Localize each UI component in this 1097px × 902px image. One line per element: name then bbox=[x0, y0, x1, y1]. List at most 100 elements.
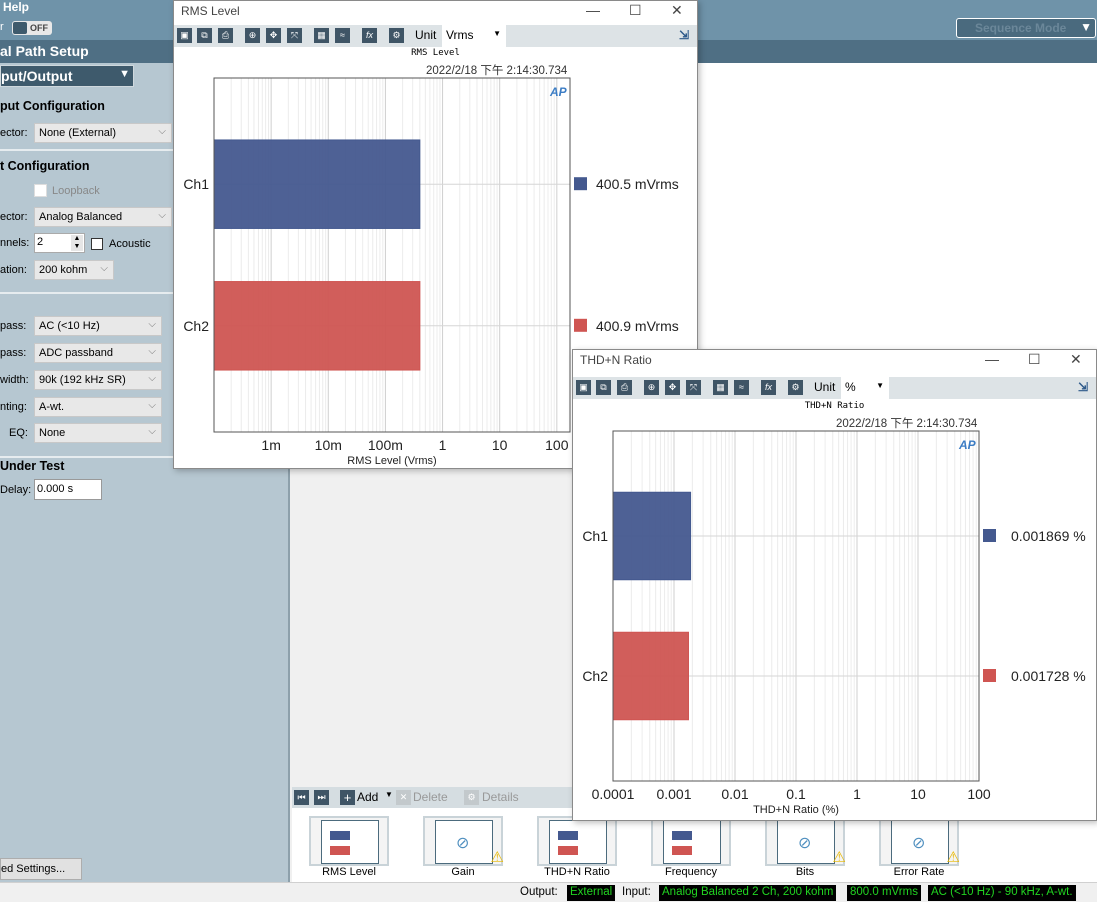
details-button[interactable]: Details bbox=[482, 790, 519, 804]
eq-label: EQ: bbox=[9, 427, 28, 439]
select-value: AC (<10 Hz) bbox=[39, 320, 100, 332]
menu-help[interactable]: Help bbox=[3, 0, 29, 14]
thumbnail-preview bbox=[663, 820, 721, 864]
chevron-down-icon: ⌵ bbox=[148, 426, 156, 437]
value-label: 0.001728 % bbox=[1011, 668, 1086, 684]
x-tick-label: 0.001 bbox=[656, 786, 691, 802]
output-label: Output: bbox=[520, 886, 558, 898]
thumbnail-error-rate[interactable]: ⊘ ⚠ bbox=[879, 816, 960, 866]
thumbnail-label: Gain bbox=[451, 866, 475, 878]
x-tick-label: 1 bbox=[439, 437, 447, 453]
no-data-icon: ⊘ bbox=[798, 835, 812, 852]
thumb-bar bbox=[558, 831, 578, 840]
thumbnail-gain[interactable]: ⊘ ⚠ bbox=[423, 816, 504, 866]
dropdown-arrow-icon: ▼ bbox=[119, 68, 130, 80]
bar-ch2 bbox=[612, 631, 689, 721]
input-status[interactable]: Analog Balanced 2 Ch, 200 kohm bbox=[659, 885, 837, 901]
ap-logo: AP bbox=[549, 85, 568, 99]
advanced-settings-button[interactable]: ed Settings... bbox=[0, 858, 82, 880]
output-connector-select[interactable]: None (External) ⌵ bbox=[34, 123, 172, 143]
channels-label: nnels: bbox=[0, 237, 30, 249]
termination-select[interactable]: 200 kohm ⌵ bbox=[34, 260, 114, 280]
thumbnail-preview: ⊘ bbox=[891, 820, 949, 864]
thumbnail-bits[interactable]: ⊘ ⚠ bbox=[765, 816, 846, 866]
chevron-down-icon: ⌵ bbox=[148, 373, 156, 384]
chevron-down-icon: ⌵ bbox=[148, 319, 156, 330]
loopback-checkbox[interactable] bbox=[34, 184, 47, 197]
delete-button[interactable]: Delete bbox=[413, 790, 448, 804]
acoustic-checkbox[interactable] bbox=[91, 238, 103, 250]
chevron-down-icon: ⌵ bbox=[148, 346, 156, 357]
select-value: A-wt. bbox=[39, 401, 65, 413]
chevron-down-icon: ⌵ bbox=[158, 126, 166, 137]
select-value: ADC passband bbox=[39, 347, 113, 359]
filter-status[interactable]: AC (<10 Hz) - 90 kHz, A-wt. bbox=[928, 885, 1076, 901]
thumbnail-label: Frequency bbox=[665, 866, 717, 878]
thumbnail-label: THD+N Ratio bbox=[544, 866, 610, 878]
output-status[interactable]: External bbox=[567, 885, 616, 901]
highpass-select[interactable]: AC (<10 Hz) ⌵ bbox=[34, 316, 162, 336]
x-tick-label: 10 bbox=[492, 437, 508, 453]
add-icon[interactable]: + bbox=[340, 790, 355, 805]
x-tick-label: 100 bbox=[967, 786, 991, 802]
x-tick-label: 10m bbox=[315, 437, 342, 453]
select-value: None (External) bbox=[39, 127, 117, 139]
bar-ch2 bbox=[213, 281, 421, 371]
chevron-down-icon: ⌵ bbox=[158, 210, 166, 221]
section-dropdown-label: put/Output bbox=[1, 68, 73, 84]
x-tick-label: 0.1 bbox=[786, 786, 806, 802]
thumbnail-preview: ⊘ bbox=[435, 820, 493, 864]
gear-icon: ⚙ bbox=[464, 790, 479, 805]
no-data-icon: ⊘ bbox=[912, 835, 926, 852]
thumbnail-preview: ⊘ bbox=[777, 820, 835, 864]
thumbnail-thd-n-ratio[interactable] bbox=[537, 816, 617, 866]
eq-select[interactable]: None ⌵ bbox=[34, 423, 162, 443]
delay-label: Delay: bbox=[0, 484, 32, 496]
bar-ch1 bbox=[213, 139, 421, 229]
thd-chart: Ch1 0.001869 % Ch2 0.001728 % 0.0001 0.001 0.0… bbox=[582, 430, 1086, 816]
bar-ch1 bbox=[612, 491, 692, 581]
last-icon[interactable]: ⏭ bbox=[314, 790, 329, 805]
warning-icon: ⚠ bbox=[832, 849, 846, 866]
value-label: 0.001869 % bbox=[1011, 528, 1086, 544]
x-tick-label: 0.0001 bbox=[592, 786, 635, 802]
toggle-knob bbox=[13, 22, 27, 34]
lowpass-select[interactable]: ADC passband ⌵ bbox=[34, 343, 162, 363]
output-config-heading: put Configuration bbox=[0, 99, 105, 113]
channels-stepper[interactable]: 2 ▲ ▼ bbox=[34, 233, 85, 253]
weighting-label: nting: bbox=[0, 401, 27, 413]
input-label: Input: bbox=[622, 886, 651, 898]
section-dropdown[interactable]: put/Output ▼ bbox=[0, 65, 134, 87]
weighting-select[interactable]: A-wt. ⌵ bbox=[34, 397, 162, 417]
category-label: Ch2 bbox=[582, 668, 608, 684]
add-dropdown-icon[interactable]: ▼ bbox=[385, 790, 393, 799]
button-label: ed Settings... bbox=[1, 863, 66, 875]
x-axis-label: THD+N Ratio (%) bbox=[753, 804, 839, 816]
bandwidth-select[interactable]: 90k (192 kHz SR) ⌵ bbox=[34, 370, 162, 390]
delay-input[interactable]: 0.000 s bbox=[34, 479, 102, 500]
value-label: 400.5 mVrms bbox=[596, 176, 679, 192]
select-value: Analog Balanced bbox=[39, 211, 123, 223]
legend-swatch bbox=[983, 529, 996, 542]
x-tick-label: 100m bbox=[368, 437, 403, 453]
x-tick-label: 1m bbox=[261, 437, 280, 453]
x-tick-label: 10 bbox=[910, 786, 926, 802]
stepper-arrows-icon[interactable]: ▲ ▼ bbox=[71, 235, 83, 251]
x-tick-label: 0.01 bbox=[721, 786, 748, 802]
thumbnail-rms-level[interactable] bbox=[309, 816, 389, 866]
legend-swatch bbox=[574, 318, 587, 332]
x-axis-label: RMS Level (Vrms) bbox=[347, 455, 436, 467]
legend-swatch bbox=[983, 669, 996, 682]
sequence-mode-dropdown[interactable]: Sequence Mode ▼ bbox=[956, 18, 1096, 38]
level-status[interactable]: 800.0 mVrms bbox=[847, 885, 921, 901]
thumb-bar bbox=[330, 831, 350, 840]
in-connector-label: ector: bbox=[0, 211, 28, 223]
toggle-label-fragment: r bbox=[0, 21, 4, 33]
input-connector-select[interactable]: Analog Balanced ⌵ bbox=[34, 207, 172, 227]
first-icon[interactable]: ⏮ bbox=[294, 790, 309, 805]
thumb-bar bbox=[558, 846, 578, 855]
add-button[interactable]: Add bbox=[357, 790, 378, 804]
category-label: Ch2 bbox=[183, 318, 209, 334]
thumbnail-frequency[interactable] bbox=[651, 816, 731, 866]
toggle-switch[interactable]: OFF bbox=[12, 21, 52, 35]
